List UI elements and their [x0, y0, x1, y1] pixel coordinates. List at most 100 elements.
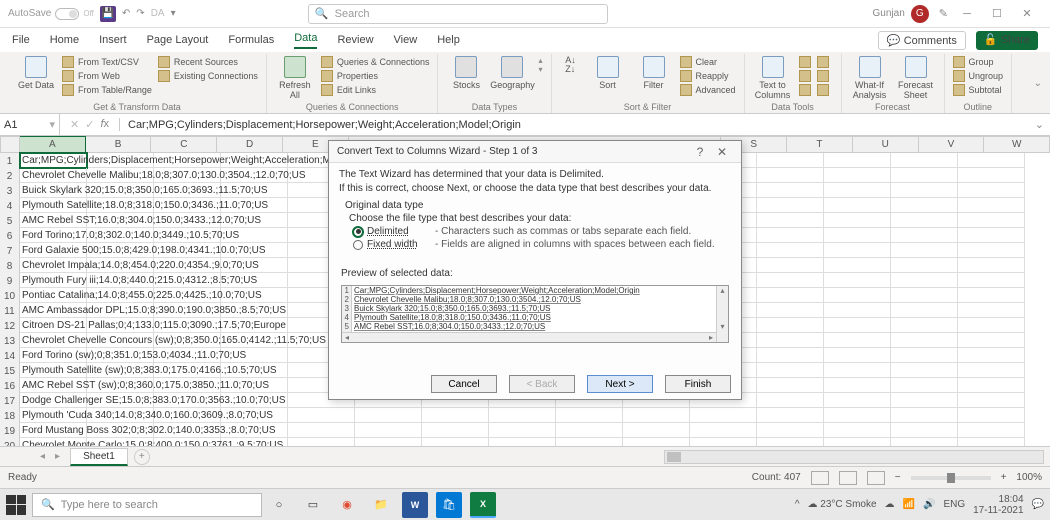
tray-expand-icon[interactable]: ^ [795, 499, 800, 510]
cell[interactable] [757, 333, 824, 348]
cell[interactable]: Chevrolet Chevelle Concours (sw);0;8;350… [20, 333, 87, 348]
cell[interactable] [824, 333, 891, 348]
task-view-icon[interactable]: ▭ [300, 492, 326, 518]
menu-review[interactable]: Review [337, 34, 373, 46]
cell[interactable] [891, 183, 958, 198]
wizard-option-delimited[interactable]: Delimited - Characters such as commas or… [353, 226, 731, 237]
cell[interactable] [422, 438, 489, 446]
cell[interactable] [891, 378, 958, 393]
cell[interactable] [891, 333, 958, 348]
clock[interactable]: 18:0417-11-2021 [973, 494, 1023, 516]
cell[interactable]: AMC Rebel SST (sw);0;8;360.0;175.0;3850.… [20, 378, 87, 393]
cell[interactable] [891, 243, 958, 258]
cell[interactable] [288, 438, 355, 446]
menu-formulas[interactable]: Formulas [228, 34, 274, 46]
cell[interactable]: Plymouth 'Cuda 340;14.0;8;340.0;160.0;36… [20, 408, 87, 423]
cell[interactable] [958, 288, 1025, 303]
wifi-icon[interactable]: 📶 [903, 499, 915, 510]
share-button[interactable]: 🔓 Share [976, 31, 1038, 50]
cell[interactable] [824, 318, 891, 333]
minimize-button[interactable]: ─ [952, 4, 982, 24]
cell[interactable] [891, 228, 958, 243]
geography-button[interactable]: Geography [492, 56, 532, 90]
dropdown-icon[interactable]: ▾ [171, 8, 176, 19]
cell[interactable]: Plymouth Fury iii;14.0;8;440.0;215.0;431… [20, 273, 87, 288]
grid-row[interactable]: 20Chevrolet Monte Carlo;15.0;8;400.0;150… [0, 438, 1050, 446]
cell[interactable] [757, 363, 824, 378]
collapse-ribbon-icon[interactable]: ⌄ [1034, 78, 1042, 89]
cell[interactable] [757, 153, 824, 168]
cell[interactable] [623, 438, 690, 446]
cell[interactable] [824, 153, 891, 168]
cell[interactable]: Dodge Challenger SE;15.0;8;383.0;170.0;3… [20, 393, 87, 408]
cell[interactable] [891, 423, 958, 438]
word-icon[interactable]: W [402, 492, 428, 518]
ribbon-item[interactable]: Queries & Connections [321, 56, 430, 68]
cell[interactable] [757, 378, 824, 393]
ribbon-item[interactable]: From Table/Range [62, 84, 152, 96]
col-header[interactable]: C [151, 136, 217, 153]
ribbon-item[interactable]: Group [953, 56, 1004, 68]
cell[interactable] [958, 168, 1025, 183]
what-if-button[interactable]: What-If Analysis [850, 56, 890, 100]
preview-vscroll[interactable]: ▴▾ [716, 286, 728, 342]
cell[interactable] [891, 258, 958, 273]
preview-hscroll[interactable]: ◂▸ [342, 332, 716, 342]
start-button[interactable] [6, 495, 26, 515]
cell[interactable]: Pontiac Catalina;14.0;8;455.0;225.0;4425… [20, 288, 87, 303]
cell[interactable] [757, 243, 824, 258]
ribbon-item[interactable]: Properties [321, 70, 430, 82]
cell[interactable]: Citroen DS-21 Pallas;0;4;133.0;115.0;309… [20, 318, 87, 333]
cell[interactable] [891, 288, 958, 303]
cell[interactable] [824, 198, 891, 213]
cell[interactable] [757, 318, 824, 333]
data-val-icon[interactable] [799, 70, 811, 82]
cortana-icon[interactable]: ○ [266, 492, 292, 518]
cell[interactable] [489, 408, 556, 423]
cell[interactable] [824, 183, 891, 198]
language-icon[interactable]: ENG [943, 499, 965, 510]
file-explorer-icon[interactable]: 📁 [368, 492, 394, 518]
store-icon[interactable]: 🛍 [436, 492, 462, 518]
autosave-toggle[interactable]: AutoSave Off [8, 8, 94, 20]
menu-view[interactable]: View [394, 34, 418, 46]
cell[interactable] [824, 408, 891, 423]
col-header[interactable]: B [86, 136, 152, 153]
cell[interactable] [824, 258, 891, 273]
user-avatar[interactable]: G [911, 5, 929, 23]
cell[interactable] [891, 168, 958, 183]
cell[interactable] [824, 438, 891, 446]
cell[interactable] [757, 183, 824, 198]
cell[interactable] [891, 153, 958, 168]
grid-row[interactable]: 19Ford Mustang Boss 302;0;8;302.0;140.0;… [0, 423, 1050, 438]
enter-icon[interactable]: ✓ [85, 118, 94, 131]
normal-view-icon[interactable] [811, 471, 829, 485]
cell[interactable] [958, 273, 1025, 288]
cell[interactable]: Plymouth Satellite;18.0;8;318.0;150.0;34… [20, 198, 87, 213]
forecast-sheet-button[interactable]: Forecast Sheet [896, 56, 936, 100]
cell[interactable]: Ford Torino (sw);0;8;351.0;153.0;4034.;1… [20, 348, 87, 363]
col-header[interactable]: U [853, 136, 919, 153]
zoom-out-icon[interactable]: − [895, 472, 901, 483]
cell[interactable]: Plymouth Satellite (sw);0;8;383.0;175.0;… [20, 363, 87, 378]
consolidate-icon[interactable] [817, 70, 829, 82]
stocks-button[interactable]: Stocks [446, 56, 486, 90]
wizard-cancel-button[interactable]: Cancel [431, 375, 497, 393]
sheet-tab[interactable]: Sheet1 [70, 448, 128, 466]
cell[interactable] [757, 303, 824, 318]
cell[interactable] [489, 423, 556, 438]
text-to-columns-button[interactable]: Text to Columns [753, 56, 793, 100]
wizard-help-button[interactable]: ? [689, 145, 711, 159]
formula-value[interactable]: Car;MPG;Cylinders;Displacement;Horsepowe… [120, 119, 1029, 131]
cell[interactable] [288, 408, 355, 423]
ribbon-item[interactable]: Advanced [680, 84, 736, 96]
ribbon-item[interactable]: Existing Connections [158, 70, 258, 82]
cell[interactable] [824, 273, 891, 288]
cell[interactable] [824, 288, 891, 303]
search-box[interactable]: 🔍 Search [308, 4, 608, 24]
cell[interactable] [958, 348, 1025, 363]
menu-home[interactable]: Home [50, 34, 79, 46]
cell[interactable] [757, 198, 824, 213]
cell[interactable] [556, 423, 623, 438]
undo-icon[interactable]: ↶ [122, 8, 130, 19]
